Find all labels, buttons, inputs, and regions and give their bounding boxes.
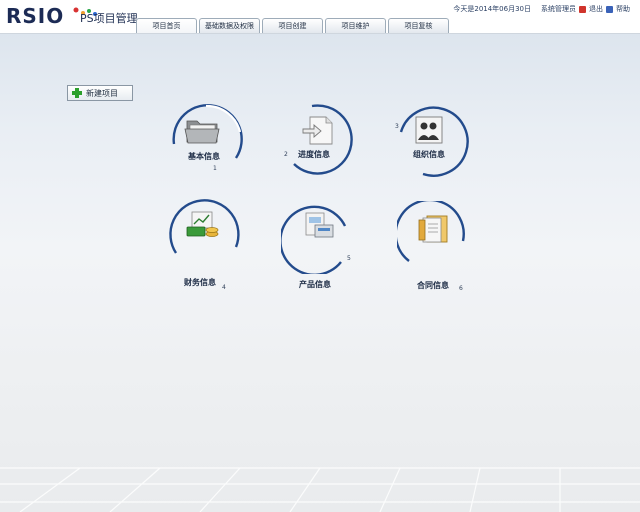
rsio-logo: RSIO [6, 4, 64, 27]
module-label: 组织信息 [413, 150, 445, 159]
logout-link[interactable]: 退出 [589, 4, 603, 14]
module-number: 2 [284, 151, 288, 158]
module-number: 4 [222, 284, 226, 291]
tab-project-create[interactable]: 项目创建 [262, 18, 323, 33]
main-content: 新建项目 基本信息 1 进度信息 2 组织信息 3 财务信息 4 产品信息 5 … [0, 34, 640, 512]
new-project-label: 新建项目 [86, 88, 118, 98]
top-info: 今天是2014年06月30日 系统管理员 退出 帮助 [453, 4, 630, 14]
module-number: 6 [459, 285, 463, 292]
tab-project-review[interactable]: 项目复核 [388, 18, 449, 33]
help-link[interactable]: 帮助 [616, 4, 630, 14]
main-nav-tabs: 项目首页 基础数据及权限 项目创建 项目维护 项目复核 [136, 18, 449, 34]
module-number: 3 [395, 123, 399, 130]
money-chart-icon [186, 211, 219, 237]
module-number: 1 [213, 165, 217, 172]
module-contract-info[interactable]: 合同信息 6 [397, 201, 477, 292]
module-label: 基本信息 [188, 152, 220, 161]
current-user[interactable]: 系统管理员 [541, 4, 576, 14]
floor-grid-decoration [0, 467, 640, 512]
module-label: 产品信息 [299, 280, 331, 289]
contract-binder-icon [418, 215, 448, 243]
module-organization-info[interactable]: 组织信息 3 [393, 102, 473, 178]
people-icon [415, 116, 443, 144]
logout-icon[interactable] [579, 5, 586, 13]
product-icon [305, 212, 334, 238]
header-bar: RSIO PS项目管理 项目首页 基础数据及权限 项目创建 项目维护 项目复核 … [0, 0, 640, 34]
tab-home[interactable]: 项目首页 [136, 18, 197, 33]
module-basic-info[interactable]: 基本信息 1 [166, 102, 246, 178]
tab-base-data[interactable]: 基础数据及权限 [199, 18, 260, 33]
help-icon[interactable] [606, 5, 613, 13]
document-arrow-icon [302, 116, 333, 145]
module-progress-info[interactable]: 进度信息 2 [282, 102, 362, 178]
module-label: 进度信息 [298, 150, 330, 159]
module-product-info[interactable]: 产品信息 5 [281, 198, 361, 289]
app-title: PS项目管理 [80, 12, 138, 25]
new-project-button[interactable]: 新建项目 [67, 85, 133, 101]
svg-text:RSIO: RSIO [6, 4, 64, 27]
tab-project-maintain[interactable]: 项目维护 [325, 18, 386, 33]
plus-icon [72, 88, 82, 98]
module-label: 财务信息 [184, 278, 216, 287]
current-date: 今天是2014年06月30日 [453, 5, 531, 13]
folder-icon [184, 120, 220, 144]
module-finance-info[interactable]: 财务信息 4 [166, 197, 246, 291]
module-number: 5 [347, 255, 351, 262]
module-label: 合同信息 [417, 281, 449, 290]
